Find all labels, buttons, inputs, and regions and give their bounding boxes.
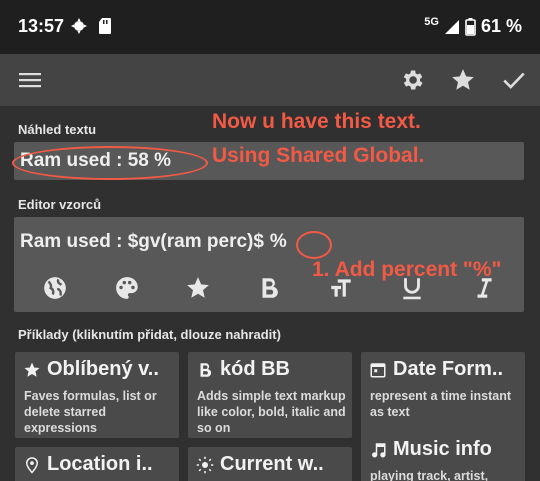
battery-icon [465, 17, 476, 36]
network-type: 5G [424, 15, 439, 28]
example-card-favorites[interactable]: Oblíbený v.. Faves formulas, list or del… [15, 352, 179, 438]
location-pin-icon [25, 456, 39, 474]
star-icon[interactable] [450, 67, 476, 93]
editor-label: Editor vzorců [18, 197, 102, 212]
gear-icon[interactable] [399, 67, 425, 93]
italic-icon[interactable] [471, 275, 497, 301]
signal-icon [444, 19, 459, 34]
preview-label: Náhled textu [18, 122, 97, 137]
example-card-bbcode[interactable]: kód BB Adds simple text markup like colo… [188, 352, 352, 438]
card-desc: playing track, artist, [370, 469, 489, 481]
formula-percent: % [269, 231, 287, 252]
highlight-ellipse-percent [296, 231, 332, 259]
underline-icon[interactable] [399, 275, 425, 301]
card-desc: Adds simple text markup like color, bold… [197, 389, 346, 435]
palette-icon[interactable] [114, 275, 140, 301]
bold-icon [200, 362, 212, 377]
card-title: Music info [393, 438, 492, 460]
card-title: Current w.. [220, 453, 324, 475]
battery-percent: 61 % [480, 16, 522, 36]
calendar-icon [370, 362, 386, 377]
app-bar [0, 54, 540, 106]
globe-icon[interactable] [42, 275, 68, 301]
star-icon [24, 362, 40, 377]
star-icon[interactable] [185, 275, 211, 301]
card-title: Location i.. [47, 453, 153, 475]
formula-text: Ram used : $gv(ram perc)$ [20, 231, 264, 252]
bold-icon[interactable] [256, 275, 282, 301]
status-bar: 13:57 5G 61 % [0, 0, 540, 54]
example-card-location[interactable]: Location i.. [15, 447, 179, 481]
highlight-ellipse [12, 146, 208, 180]
annotation-line2: Using Shared Global. [212, 144, 425, 167]
card-desc: represent a time instant as text [370, 389, 512, 419]
editor-text[interactable]: Ram used : $gv(ram perc)$% [20, 231, 287, 253]
example-card-date-format[interactable]: Date Form.. represent a time instant as … [361, 352, 525, 438]
card-title: Date Form.. [393, 358, 504, 380]
notification-icon [71, 18, 87, 34]
check-icon[interactable] [501, 67, 527, 93]
card-title: Oblíbený v.. [47, 358, 159, 380]
card-desc: Faves formulas, list or delete starred e… [24, 389, 157, 435]
example-card-current-weather[interactable]: Current w.. [188, 447, 352, 481]
examples-label: Příklady (kliknutím přidat, dlouze nahra… [18, 327, 281, 342]
menu-icon[interactable] [18, 68, 42, 92]
example-card-music-info[interactable]: Music info playing track, artist, [361, 432, 525, 481]
music-note-icon [372, 442, 386, 457]
status-time: 13:57 [18, 16, 65, 36]
text-size-icon[interactable] [328, 275, 354, 301]
sd-card-icon [99, 18, 111, 34]
card-title: kód BB [220, 358, 290, 380]
sun-icon [196, 456, 214, 473]
annotation-line1: Now u have this text. [212, 110, 421, 133]
